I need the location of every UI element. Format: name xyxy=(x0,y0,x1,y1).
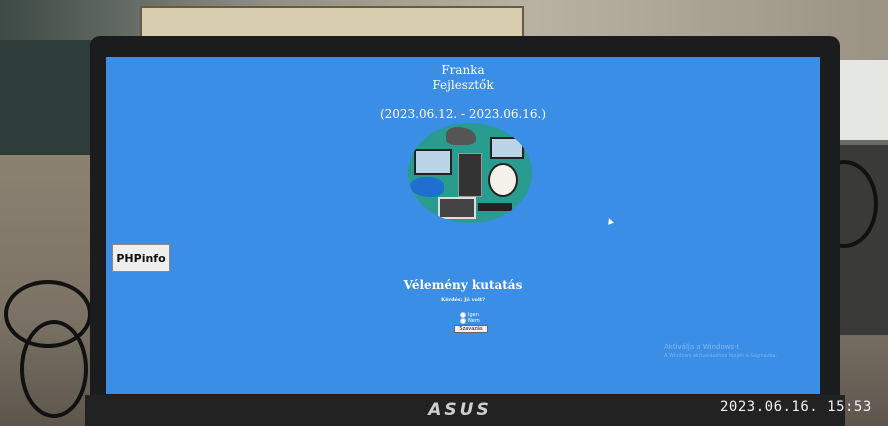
vote-button[interactable]: Szavazás xyxy=(454,325,488,333)
page-subtitle: Fejlesztők xyxy=(432,78,494,92)
activate-windows-title: Aktiválja a Windows-t xyxy=(664,343,740,351)
radio-option-no[interactable]: Nem xyxy=(460,318,480,324)
bird-icon xyxy=(410,177,444,197)
pc-tower-icon xyxy=(458,153,482,197)
survey-question: Kérdés: Jó volt? xyxy=(441,297,485,303)
photo-timestamp: 2023.06.16. 15:53 xyxy=(720,399,872,415)
logo-circle-illustration xyxy=(408,123,532,223)
laptop-icon xyxy=(438,197,476,219)
page-title: Franka xyxy=(441,63,485,77)
background-right-object xyxy=(838,60,888,140)
radio-button[interactable] xyxy=(460,318,466,324)
asus-logo: ASUS xyxy=(428,400,492,420)
survey-title: Vélemény kutatás xyxy=(403,278,523,292)
phpinfo-button[interactable]: PHPinfo xyxy=(112,244,170,272)
radio-label: Nem xyxy=(468,318,480,324)
date-range: (2023.06.12. - 2023.06.16.) xyxy=(379,107,547,121)
mouse-cursor-icon xyxy=(606,217,614,225)
router-icon xyxy=(478,203,512,211)
background-shelf xyxy=(140,6,524,38)
gimp-icon xyxy=(446,127,476,145)
monitor-icon xyxy=(414,149,452,175)
activate-windows-subtitle: A Windows aktiválásához lépjen a Gépházb… xyxy=(664,353,778,359)
laptop-screen: Franka Fejlesztők (2023.06.12. - 2023.06… xyxy=(106,57,820,394)
cable xyxy=(20,320,88,418)
penguin-icon xyxy=(488,163,518,197)
monitor-icon xyxy=(490,137,524,159)
